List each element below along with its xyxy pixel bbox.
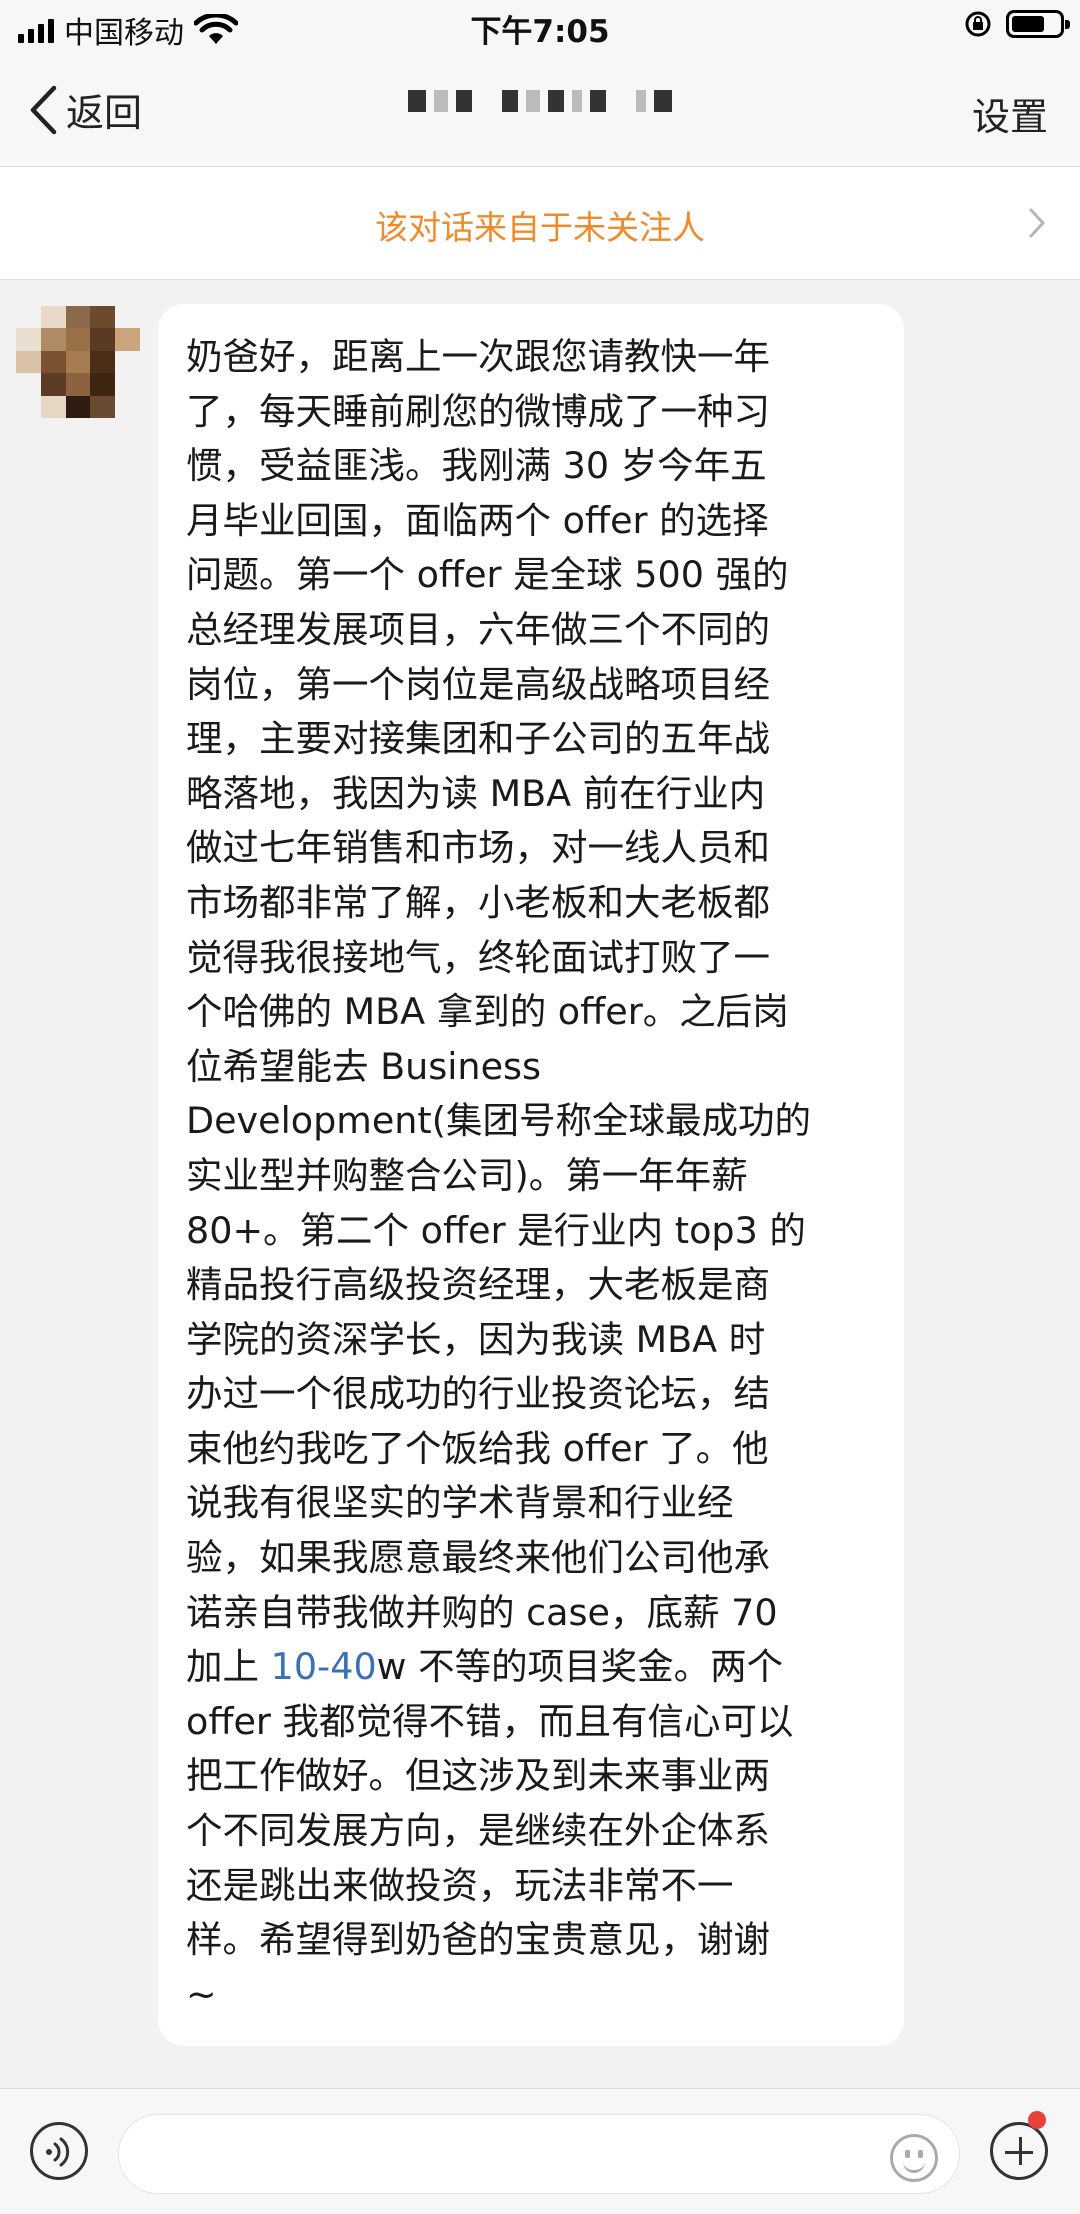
message-line: ~ [186, 1972, 217, 2016]
message-line: 个不同发展方向，是继续在外企体系 [186, 1809, 770, 1853]
message-line: 验，如果我愿意最终来他们公司他承 [186, 1536, 770, 1580]
message-line: 学院的资深学长，因为我读 MBA 时 [186, 1317, 766, 1361]
voice-button[interactable] [30, 2122, 88, 2180]
banner-text: 该对话来自于未关注人 [375, 208, 705, 247]
notification-dot [1028, 2111, 1046, 2129]
message-line: 奶爸好，距离上一次跟您请教快一年 [186, 335, 770, 378]
plus-icon[interactable] [990, 2122, 1048, 2180]
message-line: offer 我都觉得不错，而且有信心可以 [186, 1699, 794, 1743]
emoji-icon[interactable] [890, 2134, 938, 2182]
input-bar [0, 2088, 1080, 2214]
message-line: 把工作做好。但这涉及到未来事业两 [186, 1754, 770, 1798]
nav-bar: 返回 设置 [0, 52, 1080, 167]
message-line: 总经理发展项目，六年做三个不同的 [186, 607, 770, 651]
message-line: 个哈佛的 MBA 拿到的 offer。之后岗 [186, 990, 789, 1034]
message-line: 精品投行高级投资经理，大老板是商 [186, 1263, 770, 1307]
conversation-title-redacted [0, 90, 1080, 112]
status-time: 下午7:05 [470, 14, 610, 50]
stranger-conversation-banner[interactable]: 该对话来自于未关注人 [0, 167, 1080, 280]
message-line: 岗位，第一个岗位是高级战略项目经 [186, 662, 770, 706]
settings-button[interactable]: 设置 [972, 86, 1048, 141]
message-line: 理，主要对接集团和子公司的五年战 [186, 717, 770, 761]
sender-avatar[interactable] [16, 306, 140, 418]
message-line: 80+。第二个 offer 是行业内 top3 的 [186, 1208, 806, 1252]
message-line: 惯，受益匪浅。我刚满 30 岁今年五 [186, 444, 767, 488]
message-bubble[interactable]: 奶爸好，距离上一次跟您请教快一年 了，每天睡前刷您的微博成了一种习 惯，受益匪浅… [158, 304, 904, 2046]
message-line: 了，每天睡前刷您的微博成了一种习 [186, 389, 770, 433]
message-line: 做过七年销售和市场，对一线人员和 [186, 826, 770, 870]
message-line-with-link: 加上 10-40w 不等的项目奖金。两个 [186, 1640, 878, 1695]
message-line: 月毕业回国，面临两个 offer 的选择 [186, 498, 769, 542]
status-right [964, 10, 1070, 38]
message-line: 样。希望得到奶爸的宝贵意见，谢谢 [186, 1918, 770, 1962]
message-line: 说我有很坚实的学术背景和行业经 [186, 1481, 734, 1525]
message-line: 位希望能去 Business [186, 1044, 542, 1088]
message-line: 觉得我很接地气，终轮面试打败了一 [186, 935, 770, 979]
message-line: 实业型并购整合公司)。第一年年薪 [186, 1153, 748, 1197]
voice-icon [46, 2137, 70, 2167]
message-line: Development(集团号称全球最成功的 [186, 1099, 811, 1143]
status-bar: 中国移动 下午7:05 [0, 0, 1080, 52]
message-line: 诺亲自带我做并购的 case，底薪 70 [186, 1590, 778, 1634]
chevron-right-icon [1029, 208, 1045, 238]
message-text: 奶爸好，距离上一次跟您请教快一年 了，每天睡前刷您的微博成了一种习 惯，受益匪浅… [186, 330, 878, 2022]
message-line: 略落地，我因为读 MBA 前在行业内 [186, 771, 766, 815]
message-line: 还是跳出来做投资，玩法非常不一 [186, 1863, 734, 1907]
battery-icon [1006, 10, 1070, 38]
link-suffix: w 不等的项目奖金。两个 [376, 1645, 784, 1689]
message-line: 市场都非常了解，小老板和大老板都 [186, 880, 770, 924]
rotation-lock-icon [965, 11, 991, 37]
link-prefix: 加上 [186, 1645, 271, 1689]
amount-link[interactable]: 10-40 [271, 1645, 377, 1688]
message-line: 问题。第一个 offer 是全球 500 强的 [186, 553, 789, 597]
message-input[interactable] [118, 2114, 960, 2194]
message-line: 办过一个很成功的行业投资论坛，结 [186, 1372, 770, 1416]
message-line: 束他约我吃了个饭给我 offer 了。他 [186, 1426, 769, 1470]
